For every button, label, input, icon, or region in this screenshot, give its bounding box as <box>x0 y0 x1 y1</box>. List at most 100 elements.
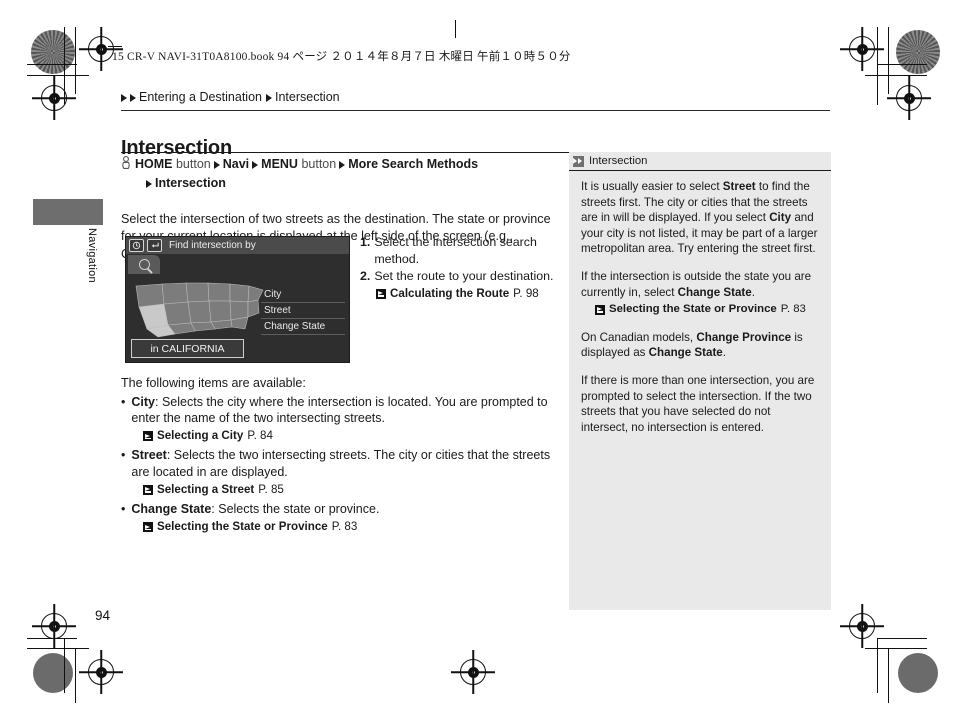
clock-history-icon <box>129 239 144 252</box>
list-lead-in: The following items are available: <box>121 376 306 390</box>
jump-reference-icon <box>143 522 153 533</box>
list-item: • City: Selects the city where the inter… <box>121 394 566 427</box>
bullet-dot-icon: • <box>121 394 126 409</box>
running-head-rule <box>108 46 122 47</box>
trim-corner-mark <box>877 27 879 105</box>
side-note-paragraph-3: On Canadian models, Change Province is d… <box>581 330 803 360</box>
trim-corner-mark <box>888 27 890 94</box>
cross-reference[interactable]: Selecting a Street P. 85 <box>143 482 566 499</box>
search-magnifier-icon <box>138 259 150 270</box>
breadcrumb: Entering a Destination Intersection <box>121 90 340 104</box>
jump-reference-icon <box>595 304 605 315</box>
cross-reference-page: P. 98 <box>513 286 539 300</box>
screenshot-state-label: in CALIFORNIA <box>131 339 244 358</box>
navpath-navi: Navi <box>222 157 250 171</box>
navpath-home-suffix: button <box>175 157 211 171</box>
cross-reference[interactable]: Selecting the State or Province P. 83 <box>143 519 566 536</box>
breadcrumb-rule <box>121 110 830 111</box>
screenshot-title: Find intersection by <box>169 240 256 251</box>
jump-reference-icon <box>143 431 153 442</box>
halftone-dot-gauge-bottom-right <box>898 653 938 693</box>
breadcrumb-item-intersection: Intersection <box>275 90 340 104</box>
jump-reference-icon <box>143 484 153 495</box>
cross-reference-page: P. 85 <box>258 482 284 496</box>
cross-reference-page: P. 83 <box>331 519 358 533</box>
side-note-header: Intersection <box>569 152 831 171</box>
list-item-desc: : Selects the city where the intersectio… <box>131 394 548 426</box>
cross-reference-label: Selecting the State or Province <box>157 519 328 533</box>
halftone-dot-gauge-top-left <box>31 30 75 74</box>
trim-corner-mark <box>64 638 66 693</box>
screenshot-menu-item-change-state[interactable]: Change State <box>261 319 345 335</box>
steps-list: 1. Select the intersection search method… <box>360 234 560 302</box>
jump-reference-icon <box>376 288 386 299</box>
chevron-right-icon <box>213 160 220 169</box>
chevron-right-icon <box>252 160 259 169</box>
cross-reference[interactable]: Selecting a City P. 84 <box>143 428 566 445</box>
available-items-list: The following items are available: • Cit… <box>121 375 566 538</box>
chevron-right-icon <box>121 93 127 102</box>
cross-reference-label: Selecting a City <box>157 428 244 442</box>
manual-page: 15 CR-V NAVI-31T0A8100.book 94 ページ ２０１４年… <box>0 0 954 718</box>
breadcrumb-item-entering-a-destination: Entering a Destination <box>139 90 262 104</box>
trim-corner-mark <box>888 648 890 703</box>
navpath-home: HOME <box>135 157 173 171</box>
cross-reference-page: P. 84 <box>247 428 273 442</box>
list-item: • Street: Selects the two intersecting s… <box>121 447 566 480</box>
list-item-term: Street <box>131 448 167 463</box>
trim-corner-mark <box>865 75 927 77</box>
step-item: 2. Set the route to your destination. <box>360 268 560 285</box>
cross-reference-page: P. 83 <box>780 303 806 316</box>
trim-corner-mark <box>865 648 927 650</box>
double-chevron-icon <box>573 155 584 167</box>
trim-corner-mark <box>75 648 77 703</box>
halftone-dot-gauge-top-right <box>896 30 940 74</box>
trim-corner-mark <box>75 27 77 94</box>
bullet-dot-icon: • <box>121 448 126 463</box>
device-screenshot: Find intersection by City Street Change … <box>125 236 350 363</box>
trim-corner-mark <box>877 64 927 66</box>
navpath-more-search-methods: More Search Methods <box>348 157 479 171</box>
cross-reference-label: Selecting the State or Province <box>609 303 777 316</box>
registration-target-mark <box>849 613 875 639</box>
return-arrow-icon <box>147 239 162 252</box>
registration-target-mark <box>460 659 486 685</box>
side-note-paragraph-1: It is usually easier to select Street to… <box>581 180 818 256</box>
screenshot-menu-item-street[interactable]: Street <box>261 303 345 319</box>
trim-corner-mark <box>27 648 89 650</box>
side-note-body: It is usually easier to select Street to… <box>569 171 831 435</box>
list-item-term: Change State <box>131 502 212 517</box>
section-tab-block <box>33 199 103 225</box>
step-text: Set the route to your destination. <box>374 269 554 283</box>
bullet-dot-icon: • <box>121 502 126 517</box>
registration-target-mark <box>896 85 922 111</box>
list-item: • Change State: Selects the state or pro… <box>121 501 566 518</box>
step-number: 2. <box>360 269 371 283</box>
list-item-desc: : Selects the state or province. <box>211 502 380 517</box>
side-note-panel: Intersection It is usually easier to sel… <box>569 152 831 610</box>
chevron-right-icon <box>130 93 136 102</box>
trim-corner-mark <box>27 64 77 66</box>
chevron-right-icon <box>266 93 272 102</box>
chevron-right-icon <box>146 179 152 188</box>
trim-corner-mark <box>877 638 879 693</box>
cross-reference[interactable]: Calculating the Route P. 98 <box>376 286 560 303</box>
trim-corner-mark <box>27 75 89 77</box>
registration-target-mark <box>88 36 114 62</box>
screenshot-search-tab[interactable] <box>128 255 160 274</box>
step-number: 1. <box>360 235 371 249</box>
list-item-term: City <box>131 394 156 409</box>
cross-reference[interactable]: Selecting the State or Province P. 83 <box>595 302 819 318</box>
side-note-title: Intersection <box>589 155 648 167</box>
trim-corner-mark <box>877 638 927 640</box>
step-text: Select the intersection search method. <box>374 235 537 266</box>
screenshot-menu-item-city[interactable]: City <box>261 287 345 303</box>
registration-target-mark <box>41 85 67 111</box>
navpath-menu: MENU <box>261 157 298 171</box>
registration-target-mark <box>41 613 67 639</box>
usa-map-image <box>132 277 270 339</box>
hand-pointer-icon <box>121 156 131 170</box>
halftone-dot-gauge-bottom-left <box>33 653 73 693</box>
registration-target-mark <box>849 36 875 62</box>
screenshot-menu-list: City Street Change State <box>261 287 345 335</box>
